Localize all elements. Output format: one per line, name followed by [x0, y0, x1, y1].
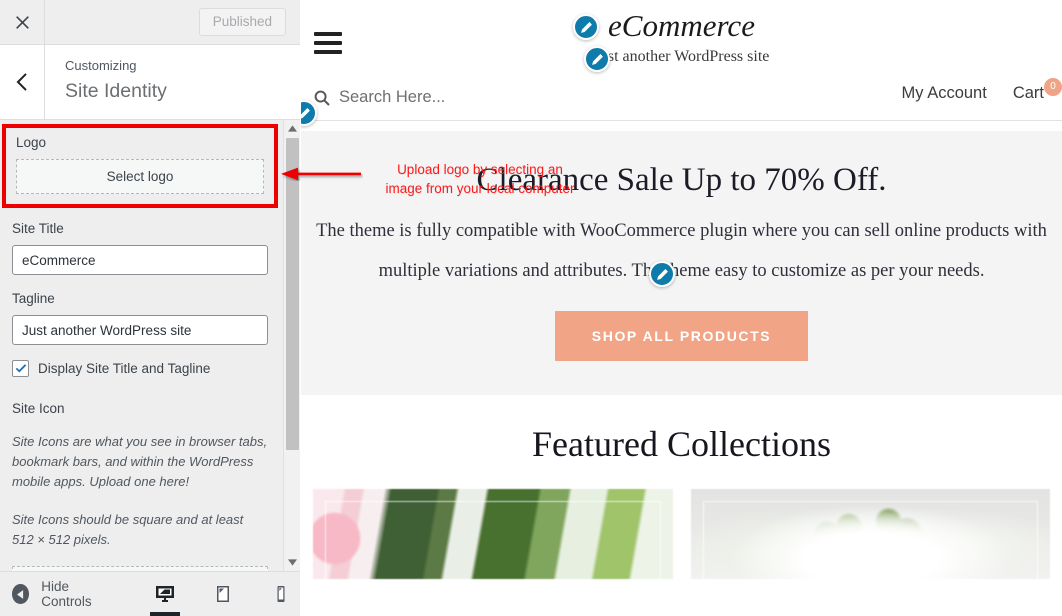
controls-scroll-area: Logo Select logo Site Title Tagline Disp… — [0, 120, 280, 571]
card-frame-overlay — [325, 501, 661, 579]
site-title-preview: eCommerce — [608, 8, 755, 43]
annotation-line-2: image from your local computer — [385, 181, 575, 196]
collection-card-2[interactable] — [690, 489, 1050, 579]
device-preview-switcher — [146, 572, 300, 616]
scroll-down-arrow-icon[interactable] — [284, 554, 300, 571]
annotation-line-1: Upload logo by selecting an — [397, 162, 563, 177]
collection-card-1[interactable] — [313, 489, 673, 579]
customizer-sidebar: Published Customizing Site Identity Logo… — [0, 0, 300, 616]
sidebar-scrollbar[interactable] — [283, 120, 300, 571]
edit-pencil-icon-hero[interactable] — [649, 261, 675, 287]
site-tagline-preview: Just another WordPress site — [593, 48, 770, 65]
tagline-label: Tagline — [12, 291, 55, 306]
hero-paragraph: The theme is fully compatible with WooCo… — [316, 221, 1047, 281]
search-input[interactable]: Search Here... — [339, 88, 445, 107]
search-icon — [314, 90, 330, 106]
cart-link[interactable]: Cart — [1013, 84, 1044, 103]
site-icon-description-1: Site Icons are what you see in browser t… — [12, 434, 268, 489]
device-mobile-button[interactable] — [262, 572, 300, 616]
publish-button[interactable]: Published — [198, 8, 286, 36]
featured-collections-section: Featured Collections — [301, 395, 1062, 579]
site-preview-pane: eCommerce Just another WordPress site Se… — [301, 0, 1062, 616]
logo-label: Logo — [16, 135, 47, 150]
site-icon-label: Site Icon — [12, 401, 65, 416]
annotation-text: Upload logo by selecting an image from y… — [360, 160, 600, 198]
scrollbar-thumb[interactable] — [286, 138, 299, 450]
hide-controls-label: Hide Controls — [41, 579, 92, 609]
annotation-arrow-icon — [281, 167, 361, 181]
desktop-icon — [156, 586, 174, 602]
display-title-tagline-checkbox[interactable] — [12, 360, 29, 377]
mobile-icon — [277, 586, 285, 602]
collection-cards — [301, 467, 1062, 579]
logo-control-highlight: Logo Select logo — [2, 124, 278, 208]
page-title: Site Identity — [65, 80, 167, 102]
tablet-icon — [217, 586, 229, 602]
header-divider — [314, 120, 1062, 121]
featured-collections-heading: Featured Collections — [532, 424, 831, 464]
tagline-input[interactable] — [12, 315, 268, 345]
card-frame-overlay — [702, 501, 1038, 579]
breadcrumb: Customizing — [65, 58, 137, 73]
device-desktop-button[interactable] — [146, 572, 184, 616]
site-title-input[interactable] — [12, 245, 268, 275]
edit-pencil-icon-site-title[interactable] — [573, 14, 599, 40]
customizer-footer: Hide Controls — [0, 571, 300, 616]
customizer-panel-header: Customizing Site Identity — [0, 45, 300, 120]
my-account-link[interactable]: My Account — [902, 84, 987, 103]
tagline-field-block: Tagline — [12, 290, 268, 345]
display-title-tagline-label: Display Site Title and Tagline — [38, 361, 211, 376]
site-icon-description-2: Site Icons should be square and at least… — [12, 512, 244, 547]
site-title-label: Site Title — [12, 221, 64, 236]
hide-controls-button[interactable]: Hide Controls — [0, 579, 112, 609]
customizer-topbar: Published — [0, 0, 300, 45]
customizer-controls-body: Logo Select logo Site Title Tagline Disp… — [0, 120, 300, 571]
site-branding: eCommerce Just another WordPress site — [301, 8, 1062, 68]
chevron-left-icon[interactable] — [0, 45, 45, 119]
display-title-tagline-row[interactable]: Display Site Title and Tagline — [12, 360, 268, 377]
device-tablet-button[interactable] — [204, 572, 242, 616]
header-account-links: My Account Cart 0 — [902, 78, 1062, 105]
site-title-field-block: Site Title — [12, 220, 268, 275]
close-icon[interactable] — [0, 0, 45, 44]
site-header: eCommerce Just another WordPress site Se… — [301, 0, 1062, 131]
publish-area: Published — [45, 0, 300, 44]
cart-count-badge: 0 — [1044, 78, 1062, 96]
customizer-screen: Published Customizing Site Identity Logo… — [0, 0, 1062, 616]
shop-all-products-button[interactable]: SHOP ALL PRODUCTS — [554, 311, 809, 361]
collapse-arrow-icon — [12, 584, 30, 604]
site-icon-block: Site Icon Site Icons are what you see in… — [12, 400, 268, 571]
panel-titles: Customizing Site Identity — [45, 45, 167, 119]
select-logo-button[interactable]: Select logo — [16, 159, 264, 194]
edit-pencil-icon-tagline[interactable] — [584, 46, 610, 72]
scroll-up-arrow-icon[interactable] — [284, 120, 300, 137]
